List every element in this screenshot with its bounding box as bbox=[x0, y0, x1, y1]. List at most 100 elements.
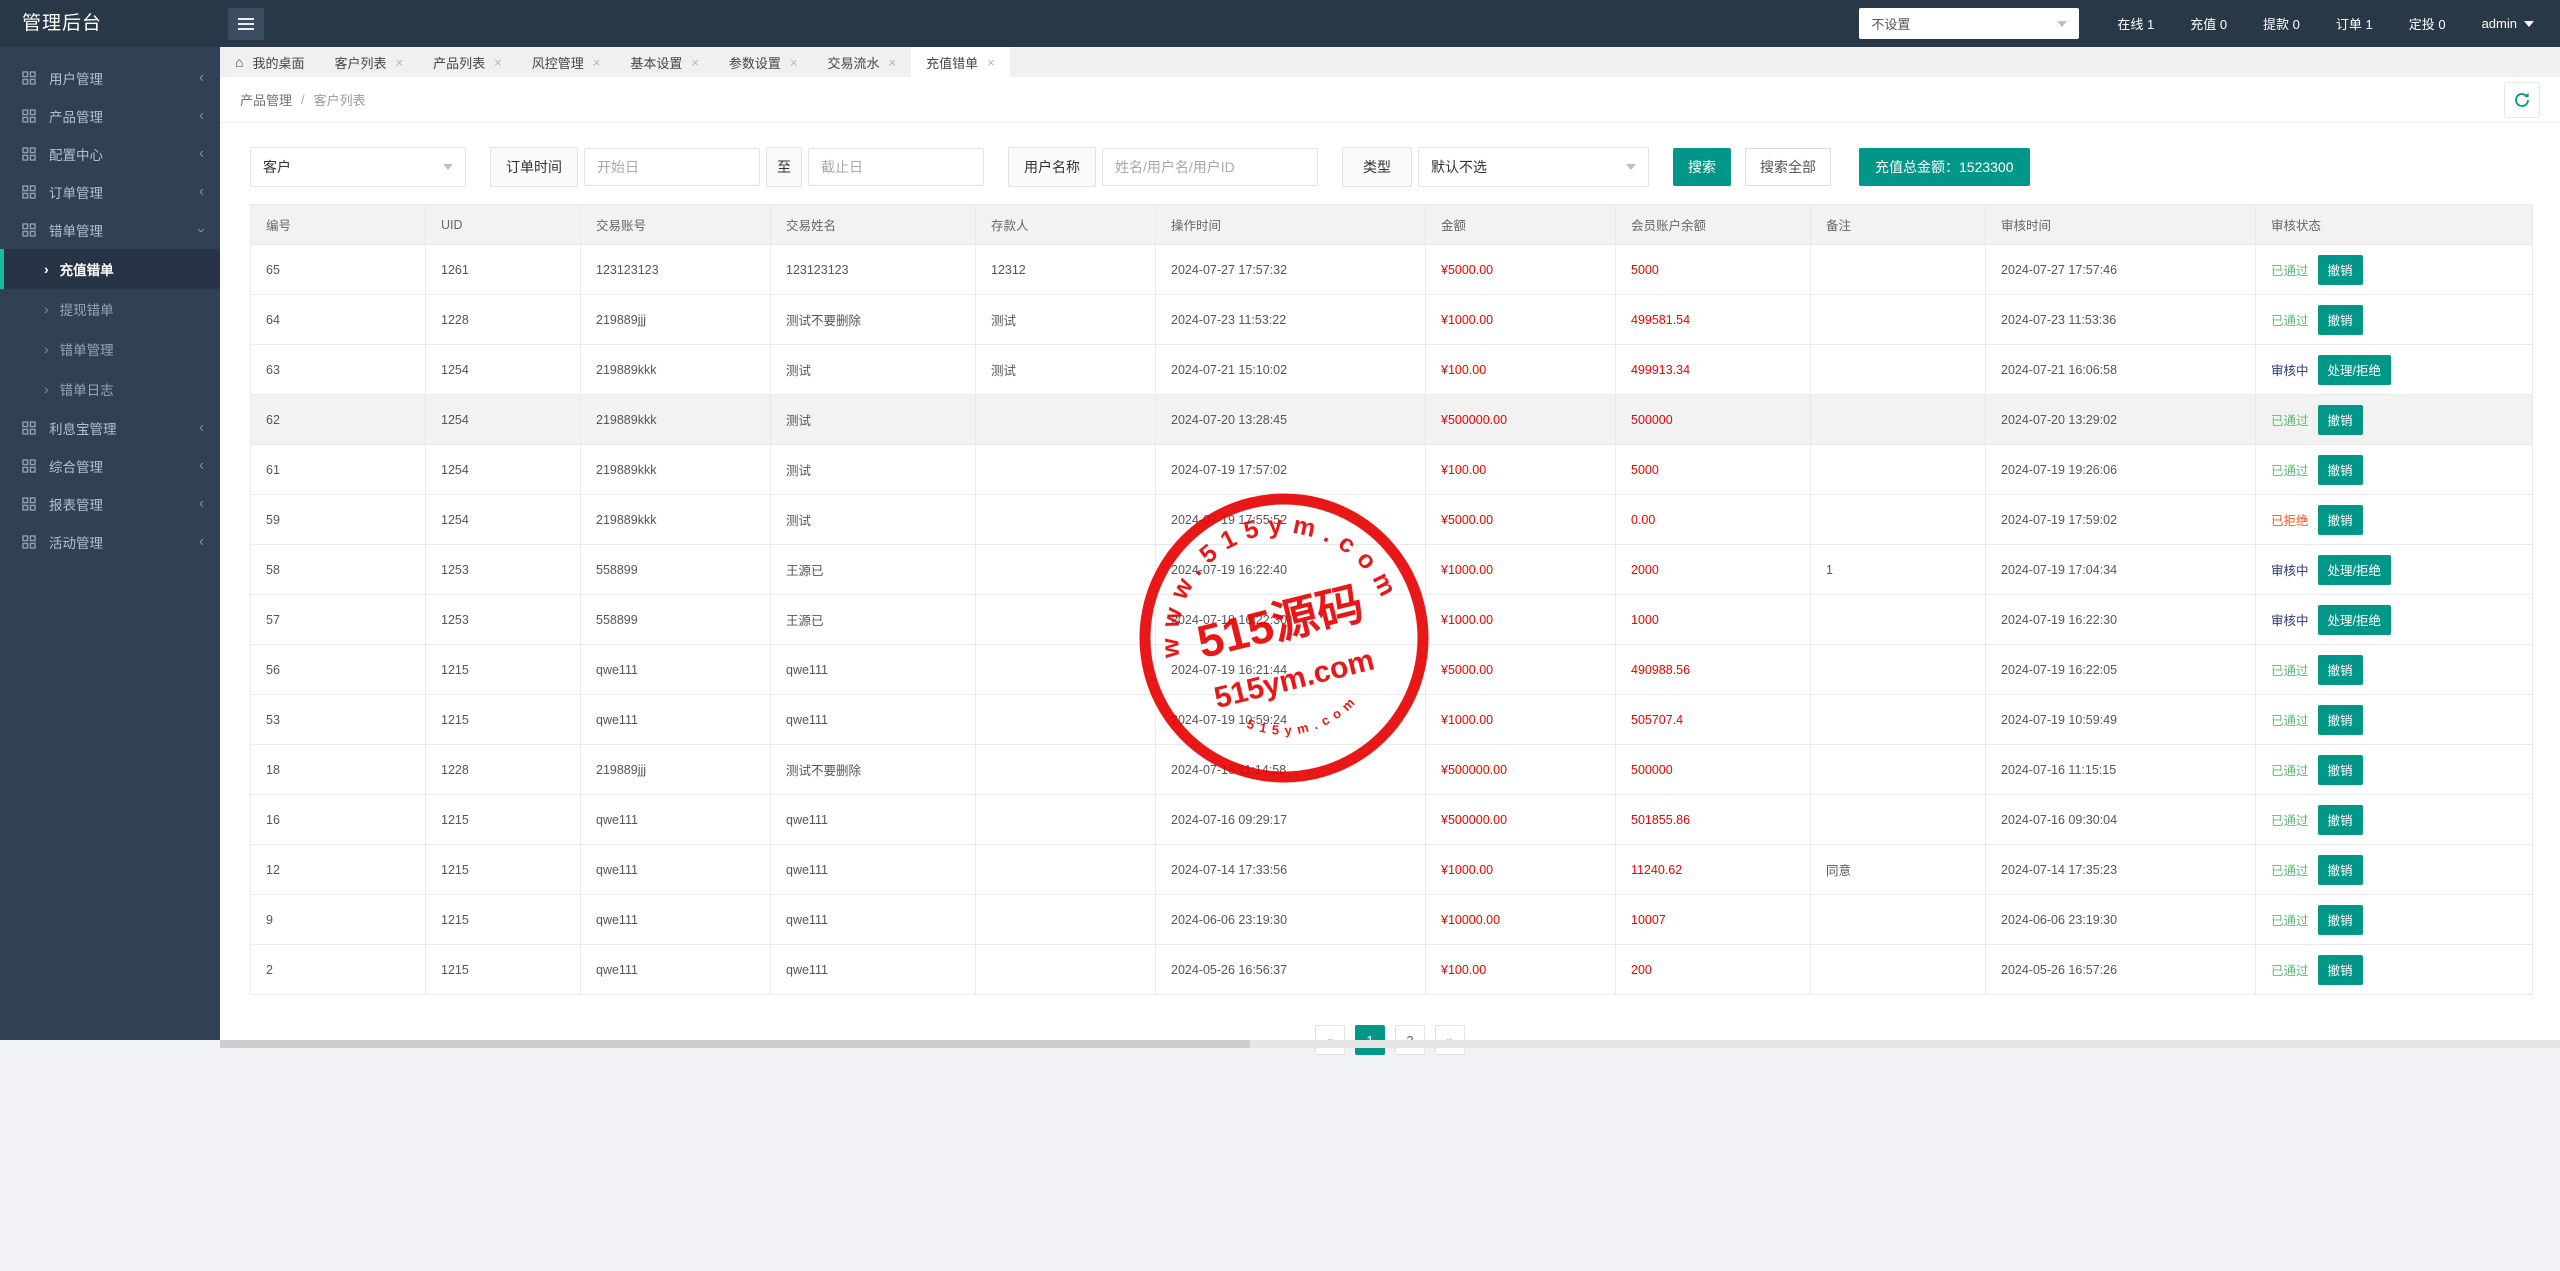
sidebar-item-活动管理[interactable]: 活动管理› bbox=[0, 523, 220, 561]
tab-客户列表[interactable]: 客户列表× bbox=[319, 47, 418, 77]
close-icon[interactable]: × bbox=[889, 55, 897, 70]
cell-id: 53 bbox=[251, 695, 426, 745]
row-action-button[interactable]: 撤销 bbox=[2318, 405, 2363, 435]
sidebar-subitem-提现错单[interactable]: ›提现错单 bbox=[0, 289, 220, 329]
column-header-编号: 编号 bbox=[251, 205, 426, 245]
sidebar-item-错单管理[interactable]: 错单管理› bbox=[0, 211, 220, 249]
close-icon[interactable]: × bbox=[396, 55, 404, 70]
column-header-金额: 金额 bbox=[1426, 205, 1616, 245]
row-action-button[interactable]: 处理/拒绝 bbox=[2318, 355, 2391, 385]
end-date-input[interactable] bbox=[808, 148, 984, 186]
cell-account: qwe111 bbox=[581, 695, 771, 745]
tab-充值错单[interactable]: 充值错单 × bbox=[911, 47, 1010, 77]
cell-balance: 11240.62 bbox=[1616, 845, 1811, 895]
row-action-button[interactable]: 撤销 bbox=[2318, 855, 2363, 885]
search-button[interactable]: 搜索 bbox=[1673, 148, 1731, 186]
cell-remark bbox=[1811, 645, 1986, 695]
column-header-审核时间: 审核时间 bbox=[1986, 205, 2256, 245]
cell-audit-status: 已通过撤销 bbox=[2256, 245, 2533, 295]
tab-基本设置[interactable]: 基本设置× bbox=[615, 47, 714, 77]
sidebar-subitem-label: 错单管理 bbox=[60, 339, 114, 359]
row-action-button[interactable]: 撤销 bbox=[2318, 655, 2363, 685]
chevron-left-icon: › bbox=[199, 496, 204, 513]
user-menu[interactable]: admin bbox=[2482, 16, 2534, 31]
orders-table-wrap: 编号UID交易账号交易姓名存款人操作时间金额会员账户余额备注审核时间审核状态 6… bbox=[250, 204, 2560, 995]
sidebar-item-配置中心[interactable]: 配置中心› bbox=[0, 135, 220, 173]
chevron-right-icon: › bbox=[44, 381, 49, 397]
cell-name: 测试 bbox=[771, 395, 976, 445]
breadcrumb-section: 产品管理 bbox=[240, 90, 292, 109]
sidebar-subitem-充值错单[interactable]: ›充值错单 bbox=[0, 249, 220, 289]
row-action-button[interactable]: 处理/拒绝 bbox=[2318, 555, 2391, 585]
tab-我的桌面[interactable]: ⌂我的桌面 bbox=[220, 47, 319, 77]
sidebar-item-用户管理[interactable]: 用户管理› bbox=[0, 59, 220, 97]
search-all-button[interactable]: 搜索全部 bbox=[1745, 148, 1831, 186]
row-action-button[interactable]: 撤销 bbox=[2318, 305, 2363, 335]
tab-label: 充值错单 bbox=[926, 53, 978, 72]
scrollbar-thumb[interactable] bbox=[220, 1040, 1250, 1048]
cell-name: 测试不要删除 bbox=[771, 745, 976, 795]
cell-amount: ¥500000.00 bbox=[1426, 745, 1616, 795]
close-icon[interactable]: × bbox=[691, 55, 699, 70]
hamburger-menu-icon[interactable] bbox=[228, 8, 264, 40]
cell-depositor bbox=[976, 695, 1156, 745]
row-action-button[interactable]: 撤销 bbox=[2318, 255, 2363, 285]
order-time-label: 订单时间 bbox=[490, 147, 578, 187]
customer-select-value: 客户 bbox=[263, 157, 291, 177]
sidebar-item-label: 产品管理 bbox=[49, 106, 103, 126]
cell-op-time: 2024-05-26 16:56:37 bbox=[1156, 945, 1426, 995]
row-action-button[interactable]: 撤销 bbox=[2318, 955, 2363, 985]
cell-audit-status: 审核中处理/拒绝 bbox=[2256, 595, 2533, 645]
close-icon[interactable]: × bbox=[790, 55, 798, 70]
sidebar-subitem-错单管理[interactable]: ›错单管理 bbox=[0, 329, 220, 369]
chevron-down-icon bbox=[443, 164, 453, 170]
cell-depositor bbox=[976, 645, 1156, 695]
row-action-button[interactable]: 处理/拒绝 bbox=[2318, 605, 2391, 635]
type-select[interactable]: 默认不选 bbox=[1418, 147, 1649, 187]
cell-account: 219889jjj bbox=[581, 745, 771, 795]
sidebar-item-订单管理[interactable]: 订单管理› bbox=[0, 173, 220, 211]
cell-uid: 1261 bbox=[426, 245, 581, 295]
cell-balance: 499581.54 bbox=[1616, 295, 1811, 345]
tab-交易流水[interactable]: 交易流水× bbox=[813, 47, 912, 77]
table-header-row: 编号UID交易账号交易姓名存款人操作时间金额会员账户余额备注审核时间审核状态 bbox=[251, 205, 2533, 245]
header-filter-select[interactable]: 不设置 bbox=[1859, 8, 2079, 39]
row-action-button[interactable]: 撤销 bbox=[2318, 705, 2363, 735]
cell-audit-time: 2024-07-20 13:29:02 bbox=[1986, 395, 2256, 445]
header-filter-select-value: 不设置 bbox=[1871, 14, 1910, 33]
customer-select[interactable]: 客户 bbox=[250, 147, 466, 187]
refresh-button[interactable] bbox=[2504, 82, 2540, 118]
sidebar-item-报表管理[interactable]: 报表管理› bbox=[0, 485, 220, 523]
row-action-button[interactable]: 撤销 bbox=[2318, 755, 2363, 785]
tab-风控管理[interactable]: 风控管理× bbox=[517, 47, 616, 77]
row-action-button[interactable]: 撤销 bbox=[2318, 505, 2363, 535]
main-content: 客户 订单时间 至 用户名称 类型 默认不选 搜索 搜索全部 充值总金额：152… bbox=[220, 123, 2560, 1040]
sidebar-subitem-错单日志[interactable]: ›错单日志 bbox=[0, 369, 220, 409]
sidebar-item-产品管理[interactable]: 产品管理› bbox=[0, 97, 220, 135]
username: admin bbox=[2482, 16, 2517, 31]
sidebar-item-利息宝管理[interactable]: 利息宝管理› bbox=[0, 409, 220, 447]
cell-amount: ¥100.00 bbox=[1426, 945, 1616, 995]
close-icon[interactable]: × bbox=[494, 55, 502, 70]
cell-depositor: 测试 bbox=[976, 295, 1156, 345]
row-action-button[interactable]: 撤销 bbox=[2318, 805, 2363, 835]
tab-产品列表[interactable]: 产品列表× bbox=[418, 47, 517, 77]
row-action-button[interactable]: 撤销 bbox=[2318, 455, 2363, 485]
cell-uid: 1215 bbox=[426, 795, 581, 845]
cell-depositor bbox=[976, 595, 1156, 645]
tab-label: 参数设置 bbox=[729, 53, 781, 72]
close-icon[interactable]: × bbox=[593, 55, 601, 70]
start-date-input[interactable] bbox=[584, 148, 760, 186]
tab-参数设置[interactable]: 参数设置 × bbox=[714, 47, 813, 77]
sidebar-item-label: 利息宝管理 bbox=[49, 418, 117, 438]
cell-audit-time: 2024-07-21 16:06:58 bbox=[1986, 345, 2256, 395]
sidebar-item-综合管理[interactable]: 综合管理› bbox=[0, 447, 220, 485]
cell-name: 王源已 bbox=[771, 545, 976, 595]
close-icon[interactable]: × bbox=[987, 55, 995, 70]
cell-depositor bbox=[976, 395, 1156, 445]
username-input[interactable] bbox=[1102, 148, 1318, 186]
tab-label: 我的桌面 bbox=[252, 53, 304, 72]
row-action-button[interactable]: 撤销 bbox=[2318, 905, 2363, 935]
cell-account: qwe111 bbox=[581, 795, 771, 845]
cell-uid: 1215 bbox=[426, 695, 581, 745]
